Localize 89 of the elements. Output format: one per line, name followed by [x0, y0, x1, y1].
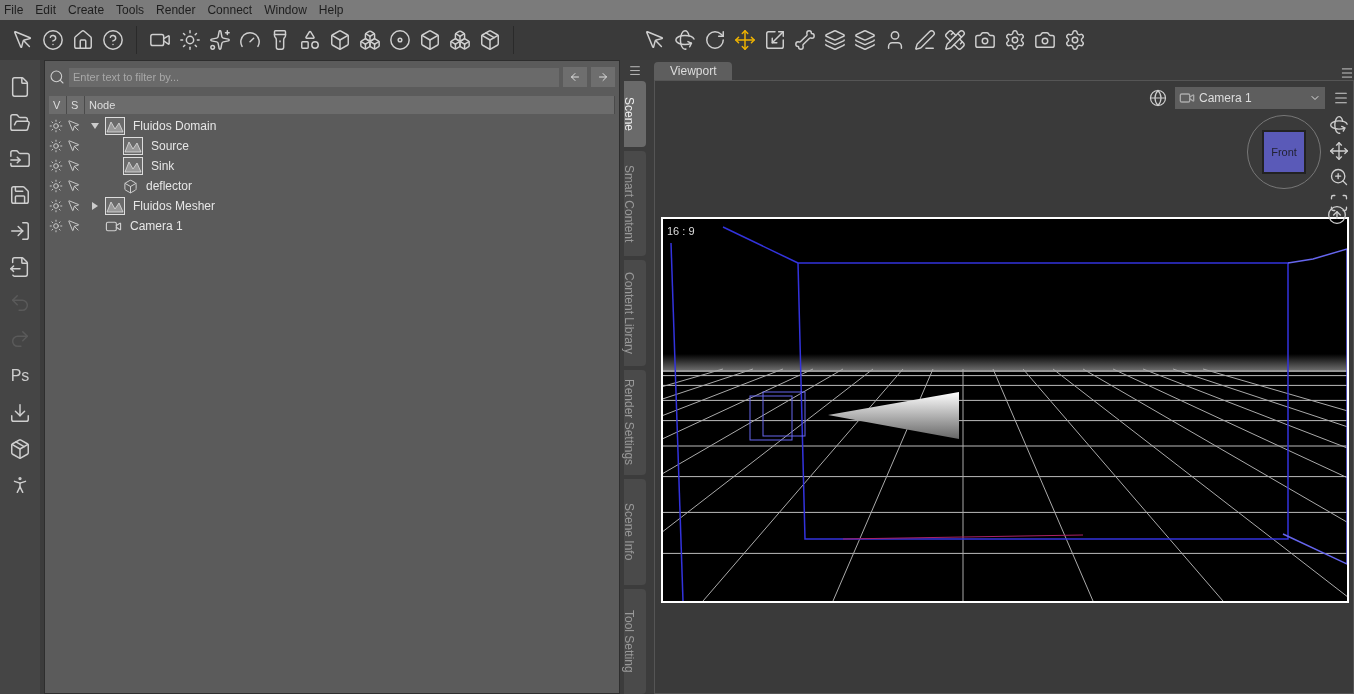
- arrow-left-icon: [569, 71, 581, 83]
- select-icon[interactable]: [67, 139, 81, 153]
- settings-icon[interactable]: [1064, 29, 1086, 51]
- boxes-icon[interactable]: [359, 29, 381, 51]
- orbit-icon[interactable]: [1329, 115, 1349, 135]
- move-icon[interactable]: [734, 29, 756, 51]
- menu-item[interactable]: File: [4, 1, 24, 19]
- select-icon[interactable]: [67, 179, 81, 193]
- expand-arrow[interactable]: [91, 122, 99, 130]
- settings-icon[interactable]: [1004, 29, 1026, 51]
- select-icon[interactable]: [67, 119, 81, 133]
- node-label[interactable]: Source: [151, 137, 190, 155]
- graph-icon: [105, 197, 125, 215]
- side-tab[interactable]: Content Library: [624, 260, 646, 366]
- menu-item[interactable]: Help: [318, 1, 344, 19]
- node-label[interactable]: Fluidos Domain: [133, 117, 217, 135]
- cube-icon: [123, 178, 138, 194]
- orbit-icon[interactable]: [674, 29, 696, 51]
- menu-icon[interactable]: [1340, 66, 1354, 80]
- frame-icon[interactable]: [1329, 193, 1349, 213]
- side-tab[interactable]: Scene Info: [624, 479, 646, 585]
- zoom-icon[interactable]: [1329, 167, 1349, 187]
- side-tab[interactable]: Smart Content: [624, 151, 646, 257]
- camera-icon[interactable]: [974, 29, 996, 51]
- light-icon[interactable]: [179, 29, 201, 51]
- graph-icon: [123, 137, 143, 155]
- move-icon[interactable]: [1329, 141, 1349, 161]
- export-button[interactable]: Ps: [10, 364, 30, 388]
- menu-item[interactable]: Edit: [35, 1, 57, 19]
- aspect-ratio: 16 : 9: [667, 224, 695, 239]
- column-header[interactable]: Node: [85, 96, 615, 114]
- camera-icon: [1179, 90, 1195, 106]
- menu-item[interactable]: Render: [156, 1, 196, 19]
- import-icon[interactable]: [9, 220, 31, 242]
- layers-icon[interactable]: [854, 29, 876, 51]
- save-icon[interactable]: [9, 184, 31, 206]
- shapes-icon[interactable]: [299, 29, 321, 51]
- scale-icon[interactable]: [764, 29, 786, 51]
- node-label[interactable]: Fluidos Mesher: [133, 197, 216, 215]
- boxes-icon[interactable]: [449, 29, 471, 51]
- node-label[interactable]: Sink: [151, 157, 175, 175]
- camera-dropdown[interactable]: Camera 1: [1175, 87, 1325, 109]
- viewport-tab[interactable]: Viewport: [654, 62, 733, 80]
- pointer-icon[interactable]: [644, 29, 666, 51]
- search-icon[interactable]: [49, 69, 65, 85]
- column-header[interactable]: V: [49, 96, 67, 114]
- menu-icon[interactable]: [1333, 90, 1349, 106]
- side-tab[interactable]: Render Settings: [624, 369, 646, 476]
- disc-icon[interactable]: [389, 29, 411, 51]
- select-icon[interactable]: [67, 199, 81, 213]
- menu-item[interactable]: Create: [68, 1, 105, 19]
- home-icon[interactable]: [72, 29, 94, 51]
- package-icon[interactable]: [9, 438, 31, 460]
- expand-arrow[interactable]: [91, 202, 99, 210]
- node-label[interactable]: Camera 1: [130, 217, 183, 235]
- download-icon[interactable]: [9, 402, 31, 424]
- side-tab[interactable]: Scene: [624, 81, 646, 148]
- package-icon[interactable]: [479, 29, 501, 51]
- filter-field[interactable]: Enter text to filter by...: [69, 67, 559, 87]
- column-header[interactable]: S: [67, 96, 85, 114]
- rotate-icon[interactable]: [704, 29, 726, 51]
- folder-icon[interactable]: [9, 148, 31, 170]
- menu-item[interactable]: Tools: [116, 1, 145, 19]
- select-icon[interactable]: [67, 219, 81, 233]
- menu-item[interactable]: Window: [264, 1, 307, 19]
- cube-icon[interactable]: [329, 29, 351, 51]
- pen-icon[interactable]: [914, 29, 936, 51]
- reset-icon[interactable]: [1327, 205, 1347, 225]
- export-icon[interactable]: [9, 256, 31, 278]
- help-icon[interactable]: [42, 29, 64, 51]
- side-tab[interactable]: Tool Setting: [624, 588, 646, 694]
- graph-icon: [123, 157, 143, 175]
- cube-face[interactable]: Front: [1262, 130, 1306, 174]
- graph-icon: [105, 117, 125, 135]
- edit-icon[interactable]: [944, 29, 966, 51]
- open-folder-icon[interactable]: [9, 112, 31, 134]
- select-icon[interactable]: [67, 159, 81, 173]
- help-icon[interactable]: [102, 29, 124, 51]
- sphere-icon[interactable]: [1149, 89, 1167, 107]
- menu-item[interactable]: Connect: [207, 1, 253, 19]
- camera-icon[interactable]: [1034, 29, 1056, 51]
- node-label[interactable]: deflector: [146, 177, 193, 195]
- layers-icon[interactable]: [824, 29, 846, 51]
- new-file-icon[interactable]: [9, 76, 31, 98]
- cube-icon[interactable]: [419, 29, 441, 51]
- sparkle-icon[interactable]: [209, 29, 231, 51]
- arrow-right-icon: [597, 71, 609, 83]
- menu-icon[interactable]: [628, 64, 642, 78]
- bone-icon[interactable]: [794, 29, 816, 51]
